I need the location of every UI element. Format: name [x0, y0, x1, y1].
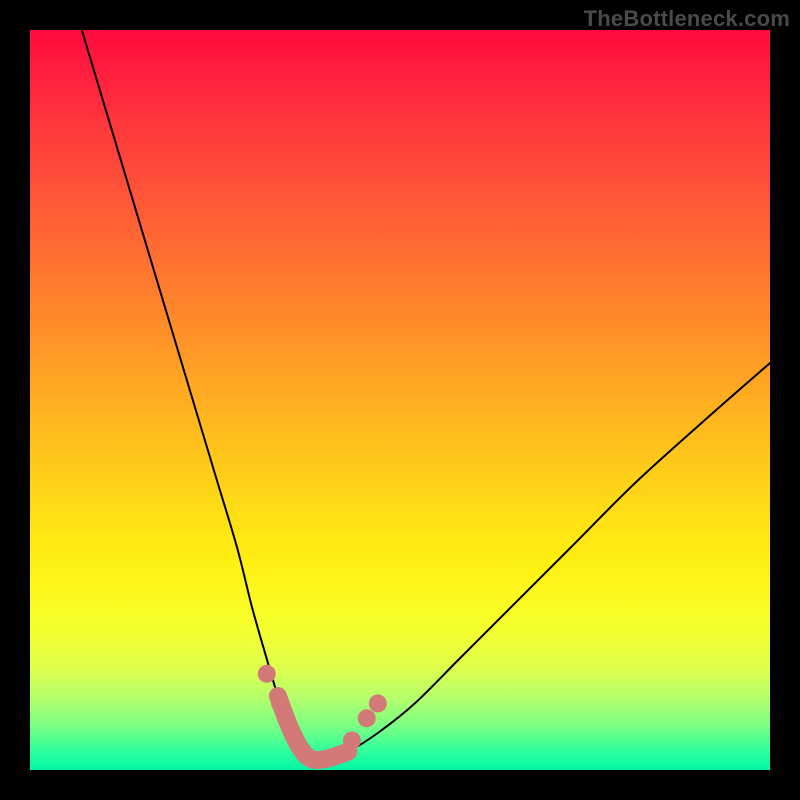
- marker-dot: [271, 694, 289, 712]
- marker-dots: [258, 665, 387, 750]
- bottleneck-curve: [82, 30, 770, 760]
- marker-dot: [358, 709, 376, 727]
- marker-dot: [343, 731, 361, 749]
- chart-svg: [30, 30, 770, 770]
- marker-dot: [258, 665, 276, 683]
- chart-frame: TheBottleneck.com: [0, 0, 800, 800]
- marker-dot: [369, 694, 387, 712]
- plot-area: [30, 30, 770, 770]
- watermark-text: TheBottleneck.com: [584, 6, 790, 32]
